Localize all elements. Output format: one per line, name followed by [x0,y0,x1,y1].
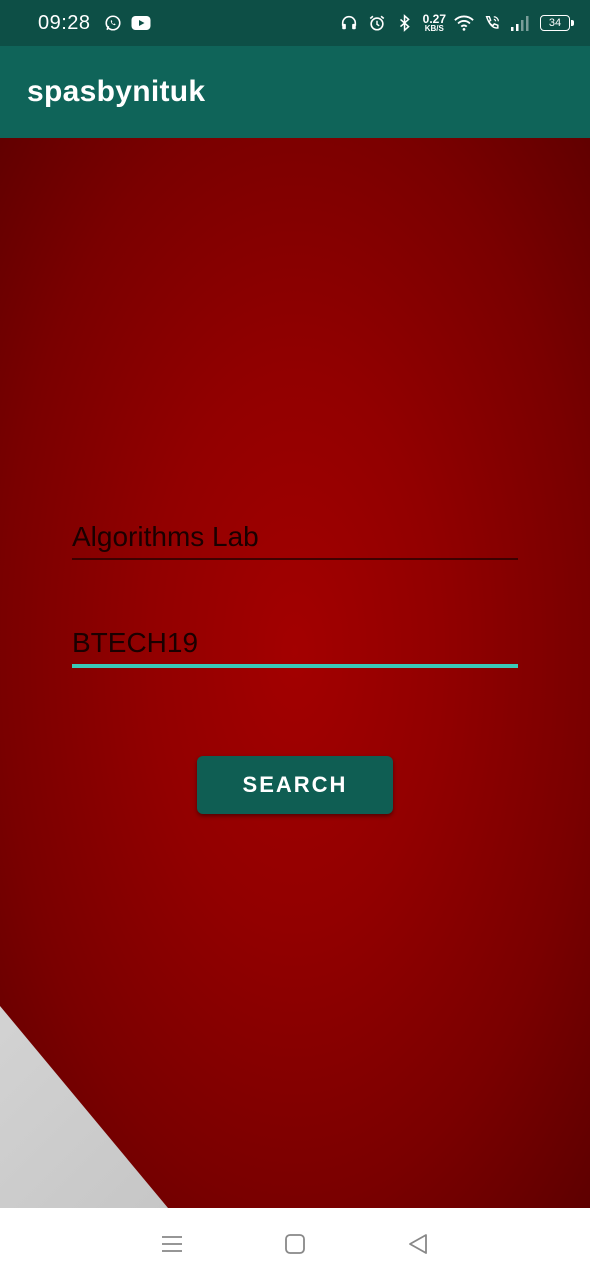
signal-icon [510,13,530,33]
whatsapp-icon [103,13,123,33]
batch-field [72,624,518,668]
batch-input[interactable] [72,624,518,662]
youtube-icon [131,13,151,33]
batch-underline-focused [72,664,518,668]
navigation-bar [0,1208,590,1280]
bluetooth-icon [395,13,415,33]
content-area: SEARCH [0,138,590,1208]
app-screen: 09:28 0.27 KB/S 34 spasbynituk Algorithm… [0,0,590,1280]
back-icon[interactable] [398,1224,438,1264]
call-icon [482,13,502,33]
subject-input[interactable] [72,518,518,556]
status-bar: 09:28 0.27 KB/S 34 [0,0,590,46]
net-speed-unit: KB/S [424,24,444,33]
home-icon[interactable] [275,1224,315,1264]
app-bar: spasbynituk [0,46,590,138]
battery-icon: 34 [540,15,574,31]
search-button[interactable]: SEARCH [197,756,393,814]
subject-field [72,518,518,560]
net-speed: 0.27 KB/S [423,13,446,33]
menu-icon[interactable] [152,1224,192,1264]
subject-underline [72,558,518,560]
headphones-icon [339,13,359,33]
background-wedge [0,1006,168,1208]
app-title: spasbynituk [27,75,206,108]
wifi-icon [454,13,474,33]
alarm-icon [367,13,387,33]
status-time: 09:28 [38,11,91,34]
